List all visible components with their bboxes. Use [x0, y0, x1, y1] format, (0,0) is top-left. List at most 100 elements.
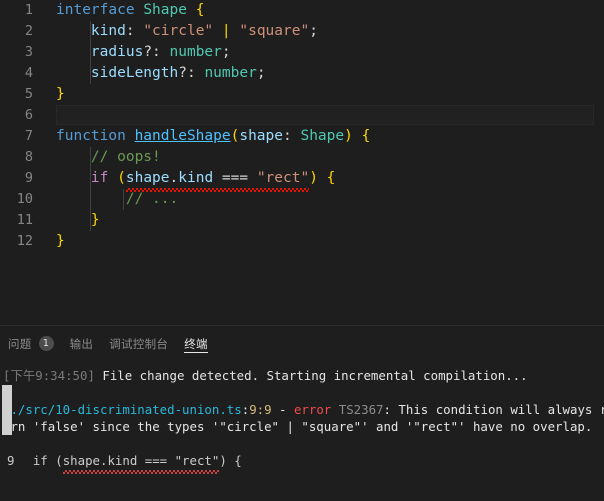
- token-type: number: [204, 65, 257, 81]
- terminal-error-code: TS2367: [331, 402, 384, 417]
- line-content[interactable]: sideLength?: number;: [33, 63, 604, 84]
- indent-guide: [90, 168, 91, 189]
- editor-line-active[interactable]: 6: [0, 105, 604, 126]
- line-content[interactable]: if (shape.kind === "rect") {: [33, 168, 604, 192]
- line-number: 12: [16, 233, 33, 249]
- editor-line[interactable]: 9 if (shape.kind === "rect") {: [0, 168, 604, 192]
- panel-tab-terminal[interactable]: 终端: [184, 326, 208, 361]
- code-editor[interactable]: 1 interface Shape { 2 kind: "circle" | "…: [0, 0, 604, 325]
- indent-guide: [90, 21, 91, 42]
- terminal-error-colon: :: [383, 402, 399, 417]
- line-content[interactable]: function handleShape(shape: Shape) {: [33, 126, 604, 147]
- editor-line[interactable]: 12 }: [0, 231, 604, 252]
- token-function-name[interactable]: handleShape: [135, 128, 231, 144]
- token-bracket: }: [90, 212, 100, 228]
- terminal-error-path[interactable]: ../src/10-discriminated-union.ts: [3, 402, 242, 417]
- line-number: 10: [16, 191, 33, 207]
- token-bracket: {: [317, 170, 336, 186]
- terminal-error-message-part1: This condition will always ret: [398, 402, 604, 417]
- panel-tab-debug-console[interactable]: 调试控制台: [109, 326, 168, 361]
- token-operator: ===: [213, 170, 257, 186]
- bottom-panel: 问题 1 输出 调试控制台 终端 [下午9:34:50] File change…: [0, 325, 604, 501]
- line-content[interactable]: // ...: [33, 189, 604, 210]
- terminal-snippet-code: if (shape.kind === "rect") {: [3, 453, 242, 474]
- active-tab-underline: [184, 352, 208, 353]
- terminal-line-watch: [下午9:34:50] File change detected. Starti…: [3, 367, 604, 384]
- terminal-output[interactable]: [下午9:34:50] File change detected. Starti…: [0, 361, 604, 501]
- line-content[interactable]: interface Shape {: [33, 0, 604, 21]
- token-property: radius: [90, 44, 144, 60]
- line-number: 9: [24, 170, 33, 186]
- indent-guide: [90, 210, 91, 231]
- token-punctuation: ?:: [178, 65, 205, 81]
- line-content[interactable]: // oops!: [33, 147, 604, 168]
- token-bracket: ): [344, 128, 353, 144]
- token-comment: // oops!: [90, 149, 161, 165]
- error-squiggle-condition: shape.kind === "rect": [125, 168, 310, 192]
- terminal-error-label: error: [293, 402, 332, 417]
- terminal-error-message-part2: urn 'false' since the types '"circle" | …: [3, 419, 593, 434]
- token-punctuation: ?:: [143, 44, 170, 60]
- token-union-pipe: |: [213, 23, 240, 39]
- terminal-error-underline: shape.kind === "rect": [62, 453, 220, 474]
- panel-tab-label: 输出: [69, 336, 94, 351]
- editor-line[interactable]: 1 interface Shape {: [0, 0, 604, 21]
- token-type: Shape: [143, 2, 187, 18]
- token-punctuation: ;: [256, 65, 266, 81]
- token-bracket: {: [352, 128, 371, 144]
- line-number: 1: [24, 2, 33, 18]
- terminal-line-error-wrap: urn 'false' since the types '"circle" | …: [3, 418, 604, 435]
- token-keyword: function: [56, 128, 126, 144]
- line-content[interactable]: }: [33, 231, 604, 252]
- vscode-window: 1 interface Shape { 2 kind: "circle" | "…: [0, 0, 604, 501]
- line-content[interactable]: }: [33, 210, 604, 231]
- token-type: number: [169, 44, 222, 60]
- panel-tab-label: 终端: [184, 336, 208, 351]
- token-bracket: }: [56, 233, 65, 249]
- token-control-keyword: if: [90, 170, 109, 186]
- panel-tab-label: 问题: [8, 336, 32, 351]
- token-property: kind: [90, 23, 126, 39]
- line-number: 3: [24, 44, 33, 60]
- token-bracket: ): [309, 170, 318, 186]
- editor-line[interactable]: 8 // oops!: [0, 147, 604, 168]
- token-bracket: (: [108, 170, 126, 186]
- token-bracket: {: [195, 2, 205, 18]
- editor-line[interactable]: 4 sideLength?: number;: [0, 63, 604, 84]
- token-punctuation: ;: [221, 44, 231, 60]
- problems-count-badge: 1: [38, 336, 54, 351]
- editor-line[interactable]: 2 kind: "circle" | "square";: [0, 21, 604, 42]
- terminal-timestamp: [下午9:34:50]: [3, 368, 95, 383]
- token-property: kind: [178, 170, 214, 186]
- terminal-error-dash: -: [271, 402, 294, 417]
- token-type: Shape: [300, 128, 345, 144]
- line-content[interactable]: }: [33, 84, 604, 105]
- terminal-snippet-line: 9 if (shape.kind === "rect") {: [3, 452, 604, 474]
- editor-line[interactable]: 5 }: [0, 84, 604, 105]
- indent-guide: [90, 63, 91, 84]
- line-content[interactable]: [33, 105, 604, 126]
- token-object: shape: [125, 170, 170, 186]
- panel-tab-output[interactable]: 输出: [70, 326, 94, 361]
- editor-line[interactable]: 11 }: [0, 210, 604, 231]
- terminal-scrollbar-thumb[interactable]: [2, 385, 12, 435]
- line-number: 6: [24, 107, 33, 123]
- token-comment: // ...: [125, 191, 179, 207]
- token-punctuation: :: [283, 128, 301, 144]
- panel-tab-problems[interactable]: 问题 1: [8, 326, 54, 361]
- panel-tab-label: 调试控制台: [109, 336, 169, 351]
- line-number: 8: [24, 149, 33, 165]
- editor-line[interactable]: 3 radius?: number;: [0, 42, 604, 63]
- editor-line[interactable]: 7 function handleShape(shape: Shape) {: [0, 126, 604, 147]
- token-dot: .: [169, 170, 179, 186]
- terminal-watch-message: File change detected. Starting increment…: [94, 368, 528, 383]
- editor-line[interactable]: 10 // ...: [0, 189, 604, 210]
- line-content[interactable]: radius?: number;: [33, 42, 604, 63]
- panel-tab-bar: 问题 1 输出 调试控制台 终端: [0, 326, 604, 361]
- token-punctuation: ;: [309, 23, 318, 39]
- indent-guide: [90, 147, 91, 168]
- editor-lines: 1 interface Shape { 2 kind: "circle" | "…: [0, 0, 604, 252]
- line-content[interactable]: kind: "circle" | "square";: [33, 21, 604, 42]
